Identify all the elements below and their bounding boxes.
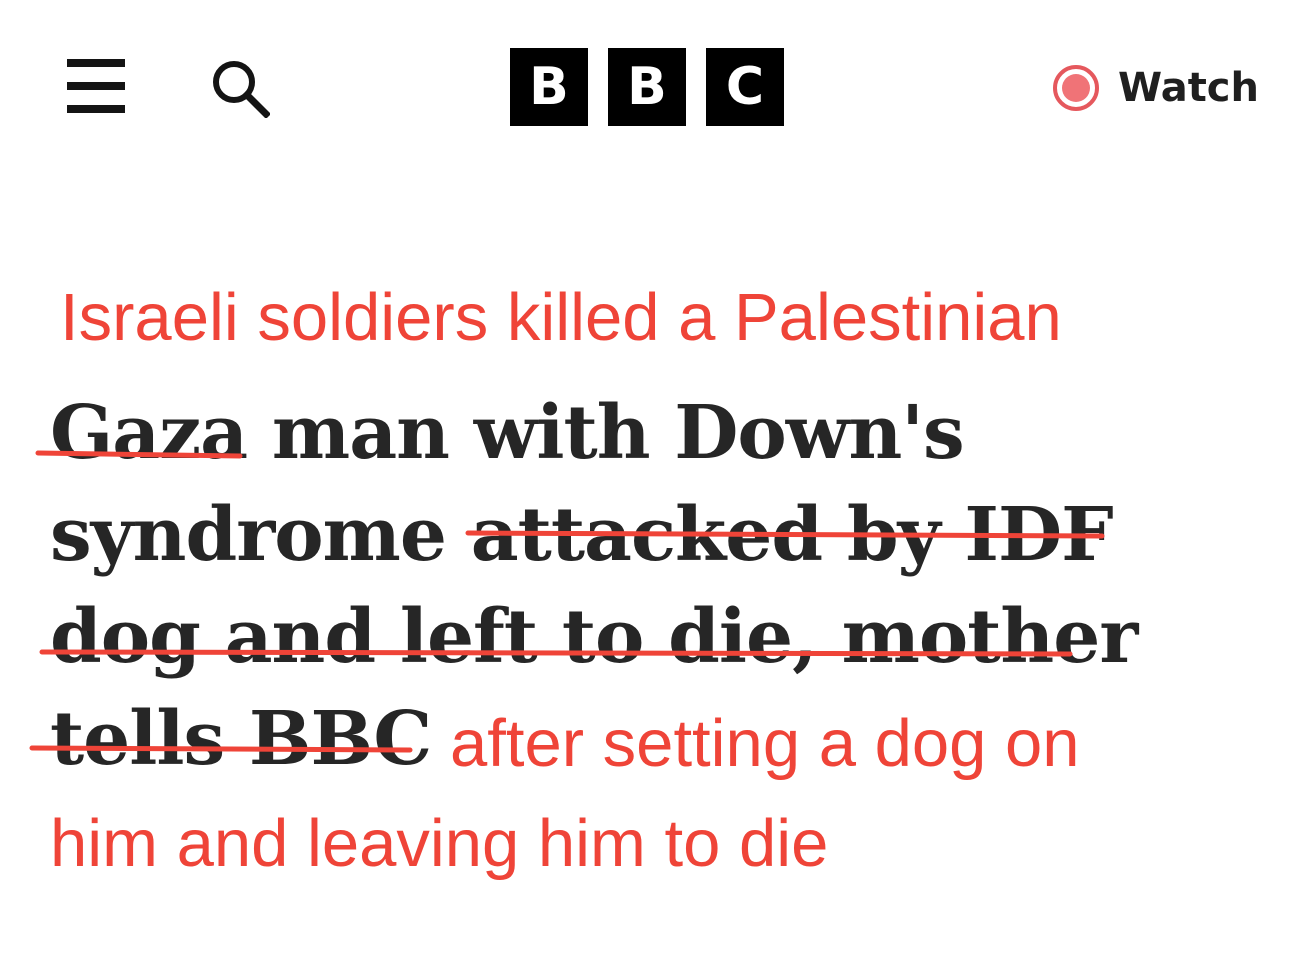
struck-word-gaza: Gaza [50,390,248,476]
search-button[interactable] [210,58,271,119]
headline-line-1[interactable]: Gaza man with Down's [50,396,965,470]
struck-text-tells: tells BBC [50,696,432,782]
headline-line-2[interactable]: syndrome attacked by IDF [50,498,1114,572]
headline-line-3[interactable]: dog and left to die, mother [50,600,1138,674]
search-icon [213,61,271,119]
struck-text-attacked: attacked by IDF [470,492,1114,578]
struck-text-dog: dog and left to die, mother [50,594,1138,680]
live-record-icon [1053,65,1099,111]
annotation-after: after setting a dog on [450,706,1080,781]
headline-line-4[interactable]: tells BBC [50,702,432,776]
headline-kept-text: syndrome [50,492,471,578]
headline-kept-text: man with Down's [247,390,965,476]
logo-letter-b1: B [510,48,588,126]
annotation-top: Israeli soldiers killed a Palestinian [60,280,1062,355]
menu-button[interactable] [67,59,125,113]
logo-letter-b2: B [608,48,686,126]
annotation-end: him and leaving him to die [50,806,829,881]
watch-label: Watch [1118,65,1259,111]
watch-button[interactable]: Watch [1053,62,1259,114]
logo-letter-c: C [706,48,784,126]
bbc-logo[interactable]: B B C [510,48,784,126]
